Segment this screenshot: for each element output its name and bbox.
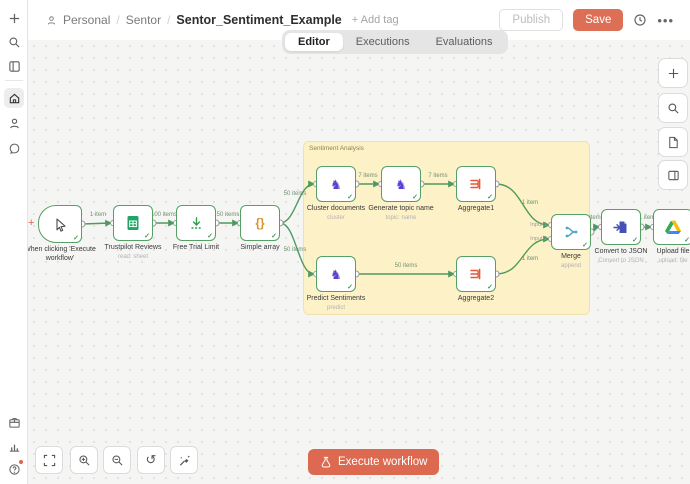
insights-chart-icon[interactable] bbox=[4, 436, 24, 456]
layout-icon bbox=[667, 169, 680, 182]
left-sidebar bbox=[0, 0, 28, 484]
tab-evaluations[interactable]: Evaluations bbox=[423, 33, 506, 51]
tab-editor[interactable]: Editor bbox=[285, 33, 343, 51]
add-workflow-icon[interactable] bbox=[4, 8, 24, 28]
horse-icon: ♞ bbox=[330, 268, 342, 281]
node-free-trial-limit[interactable]: ✓ Free Trial Limit bbox=[176, 205, 216, 241]
horse-icon: ♞ bbox=[395, 178, 407, 191]
zoom-in-icon bbox=[78, 454, 91, 467]
merge-input-label: Input 2 bbox=[530, 236, 547, 242]
more-options-icon[interactable]: ••• bbox=[657, 13, 674, 28]
breadcrumb-separator: / bbox=[116, 13, 119, 27]
tidy-up-button[interactable] bbox=[170, 446, 198, 474]
merge-input-label: Input 1 bbox=[530, 222, 547, 228]
save-button[interactable]: Save bbox=[573, 9, 623, 31]
cursor-icon bbox=[53, 217, 68, 232]
success-check-icon: ✓ bbox=[487, 283, 493, 291]
success-check-icon: ✓ bbox=[632, 236, 638, 244]
limit-icon bbox=[189, 216, 204, 231]
breadcrumb-separator: / bbox=[167, 13, 170, 27]
aggregate-icon bbox=[469, 177, 483, 191]
edge-label: 7 items bbox=[358, 173, 377, 179]
horse-icon: ♞ bbox=[330, 178, 342, 191]
node-predict-sentiments[interactable]: ♞ ✓ Predict Sentimentspredict bbox=[316, 256, 356, 292]
breadcrumb-workspace[interactable]: Personal bbox=[63, 13, 110, 27]
zoom-to-fit-button[interactable] bbox=[35, 446, 63, 474]
history-clock-icon[interactable] bbox=[633, 13, 647, 27]
breadcrumb: Personal / Sentor / Sentor_Sentiment_Exa… bbox=[46, 13, 399, 27]
node-generate-topic-name[interactable]: ♞ ✓ Generate topic nametopic: name bbox=[381, 166, 421, 202]
node-cluster-documents[interactable]: ♞ ✓ Cluster documentscluster bbox=[316, 166, 356, 202]
success-check-icon: ✓ bbox=[347, 193, 353, 201]
workflow-title[interactable]: Sentor_Sentiment_Example bbox=[176, 13, 341, 27]
success-check-icon: ✓ bbox=[487, 193, 493, 201]
library-panel-icon[interactable] bbox=[4, 56, 24, 76]
success-check-icon: ✓ bbox=[207, 232, 213, 240]
node-trustpilot-reviews[interactable]: ✓ Trustpilot Reviewsread: sheet bbox=[113, 205, 153, 241]
user-icon[interactable] bbox=[4, 113, 24, 133]
n8n-workflow-editor: Personal / Sentor / Sentor_Sentiment_Exa… bbox=[0, 0, 690, 484]
node-convert-to-json[interactable]: ✓ Convert to JSONConvert to JSON bbox=[601, 209, 641, 245]
google-drive-icon bbox=[665, 220, 681, 234]
edge-label: 50 items bbox=[217, 212, 240, 218]
breadcrumb-folder[interactable]: Sentor bbox=[126, 13, 161, 27]
tidy-wand-icon bbox=[178, 454, 191, 467]
help-icon[interactable] bbox=[4, 459, 24, 479]
edge-label: 50 items bbox=[284, 191, 307, 197]
success-check-icon: ✓ bbox=[347, 283, 353, 291]
code-braces-icon: {} bbox=[255, 216, 264, 230]
sidebar-divider bbox=[5, 80, 23, 81]
undo-icon: ↺ bbox=[146, 452, 157, 468]
undo-button[interactable]: ↺ bbox=[137, 446, 165, 474]
zoom-in-button[interactable] bbox=[70, 446, 98, 474]
canvas-search-button[interactable] bbox=[658, 93, 688, 123]
sticky-note-icon bbox=[667, 136, 680, 149]
zoom-out-icon bbox=[111, 454, 124, 467]
tab-executions[interactable]: Executions bbox=[343, 33, 423, 51]
success-check-icon: ✓ bbox=[684, 236, 690, 244]
success-check-icon: ✓ bbox=[73, 234, 79, 242]
workflow-canvas[interactable]: Sentiment Analysis bbox=[28, 40, 690, 484]
add-trigger-plus-icon[interactable]: + bbox=[28, 217, 34, 229]
topbar-actions: Publish Save ••• bbox=[499, 9, 674, 31]
edge-label: 50 items bbox=[395, 263, 418, 269]
add-node-button[interactable] bbox=[658, 58, 688, 88]
edge-label: 100 items bbox=[151, 212, 177, 218]
plus-icon bbox=[667, 67, 680, 80]
search-icon bbox=[667, 102, 680, 115]
add-tag-button[interactable]: + Add tag bbox=[352, 14, 399, 26]
flask-icon bbox=[320, 456, 332, 469]
view-tabs: Editor Executions Evaluations bbox=[282, 30, 508, 54]
merge-icon bbox=[564, 224, 579, 240]
execute-workflow-button[interactable]: Execute workflow bbox=[308, 449, 439, 475]
edge-label: 1 item bbox=[90, 212, 106, 218]
success-check-icon: ✓ bbox=[412, 193, 418, 201]
node-aggregate1[interactable]: ✓ Aggregate1 bbox=[456, 166, 496, 202]
add-sticky-note-button[interactable] bbox=[658, 127, 688, 157]
node-simple-array[interactable]: {} ✓ Simple array bbox=[240, 205, 280, 241]
workspace-person-icon bbox=[46, 15, 57, 26]
home-icon[interactable] bbox=[4, 88, 24, 108]
publish-button[interactable]: Publish bbox=[499, 9, 563, 31]
node-merge[interactable]: ✓ Mergeappend bbox=[551, 214, 591, 250]
zoom-out-button[interactable] bbox=[103, 446, 131, 474]
node-aggregate2[interactable]: ✓ Aggregate2 bbox=[456, 256, 496, 292]
node-when-clicking-execute-workflow[interactable]: ✓ When clicking 'Execute workflow' bbox=[38, 205, 82, 243]
layout-panel-button[interactable] bbox=[658, 160, 688, 190]
edge-label: 1 item bbox=[522, 200, 538, 206]
chat-icon[interactable] bbox=[4, 138, 24, 158]
google-sheets-icon bbox=[126, 215, 140, 231]
fit-view-icon bbox=[43, 454, 56, 467]
templates-package-icon[interactable] bbox=[4, 412, 24, 432]
node-upload-file[interactable]: ✓ Upload fileupload: file bbox=[653, 209, 690, 245]
success-check-icon: ✓ bbox=[271, 232, 277, 240]
edge-label: 7 items bbox=[428, 173, 447, 179]
file-convert-icon bbox=[613, 220, 629, 235]
notification-dot bbox=[19, 460, 23, 464]
aggregate-icon bbox=[469, 267, 483, 281]
search-icon[interactable] bbox=[4, 32, 24, 52]
success-check-icon: ✓ bbox=[144, 232, 150, 240]
execute-workflow-label: Execute workflow bbox=[338, 456, 427, 468]
